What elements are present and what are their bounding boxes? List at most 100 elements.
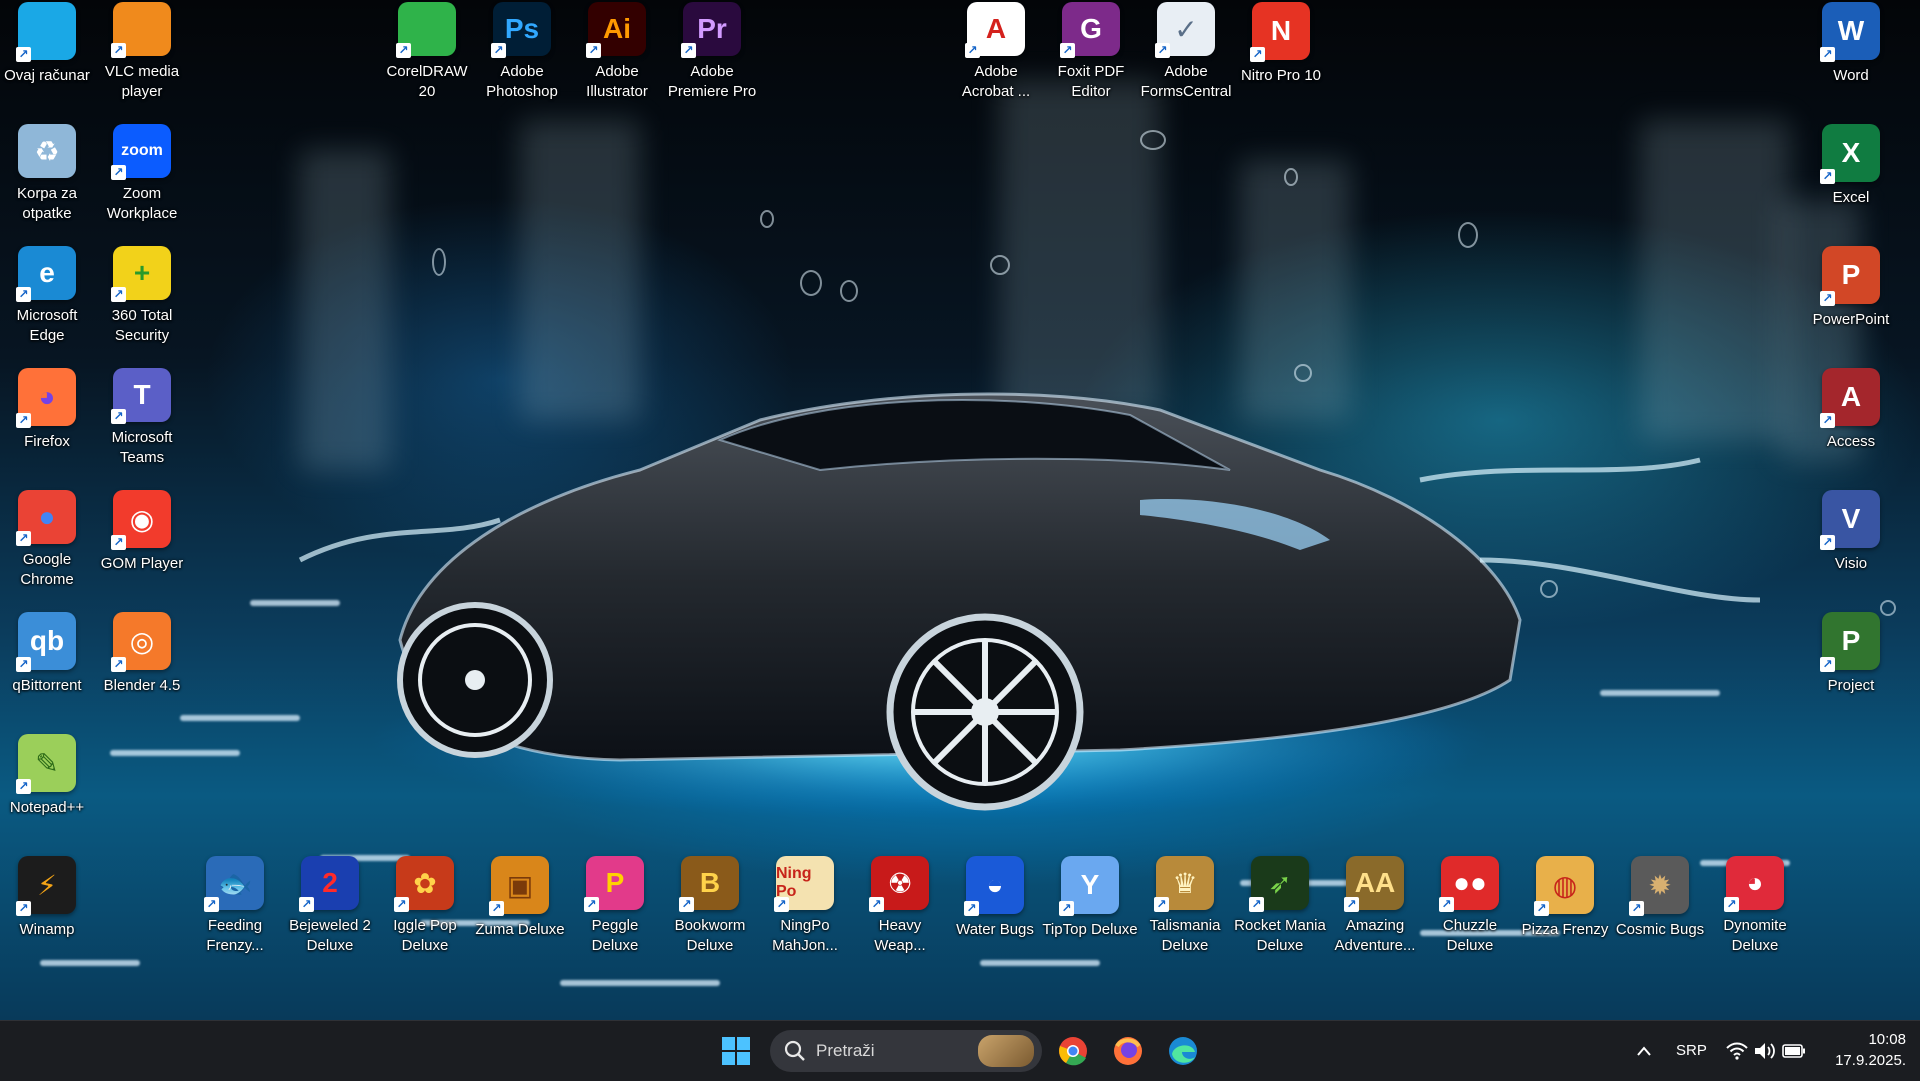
desktop-icon-firefox[interactable]: ◕ ↗ Firefox xyxy=(2,368,92,468)
icon-glyph: ➶ xyxy=(1268,867,1292,899)
desktop-icon-label: Ovaj računar xyxy=(4,67,90,84)
winamp-icon: ⚡ ↗ xyxy=(16,856,76,916)
desktop-icon-bookworm[interactable]: B ↗ Bookworm Deluxe xyxy=(665,856,755,956)
desktop-icon-winamp[interactable]: ⚡ ↗ Winamp xyxy=(2,856,92,956)
desktop-icon-nitro[interactable]: N ↗ Nitro Pro 10 xyxy=(1236,2,1326,102)
desktop-icon-dynomite[interactable]: ◕ ↗ Dynomite Deluxe xyxy=(1710,856,1800,956)
shortcut-arrow-icon: ↗ xyxy=(681,43,696,58)
shortcut-arrow-icon: ↗ xyxy=(584,897,599,912)
shortcut-arrow-icon: ↗ xyxy=(111,165,126,180)
desktop-icon-label: Google Chrome xyxy=(20,551,74,588)
desktop-icon-water-bugs[interactable]: ◒ ↗ Water Bugs xyxy=(950,856,1040,956)
desktop-icon-access[interactable]: A ↗ Access xyxy=(1806,368,1896,468)
desktop-icon-peggle[interactable]: P ↗ Peggle Deluxe xyxy=(570,856,660,956)
desktop-icon-label: Blender 4.5 xyxy=(103,677,181,694)
chuzzle-icon: ●● ↗ xyxy=(1439,856,1499,912)
shortcut-arrow-icon: ↗ xyxy=(491,43,506,58)
icon-glyph: Ai xyxy=(603,13,631,44)
start-button[interactable] xyxy=(714,1029,758,1073)
desktop-icon-teams[interactable]: T ↗ Microsoft Teams xyxy=(97,368,187,468)
shortcut-arrow-icon: ↗ xyxy=(774,897,789,912)
shortcut-arrow-icon: ↗ xyxy=(1439,897,1454,912)
desktop-icon-label: Adobe Illustrator xyxy=(586,63,648,100)
desktop-icon-coreldraw[interactable]: ↗ CorelDRAW 20 xyxy=(382,2,472,102)
battery-icon[interactable] xyxy=(1782,1044,1806,1058)
desktop-icon-feeding-frenzy[interactable]: 🐟 ↗ Feeding Frenzy... xyxy=(190,856,280,956)
tiptop-icon: Y ↗ xyxy=(1059,856,1119,916)
desktop-icon-visio[interactable]: V ↗ Visio xyxy=(1806,490,1896,590)
notepad-plus-plus-icon: ✎ ↗ xyxy=(16,734,76,794)
clock-date[interactable]: 17.9.2025. xyxy=(1835,1052,1906,1069)
taskbar-firefox[interactable] xyxy=(1106,1029,1150,1073)
shortcut-arrow-icon: ↗ xyxy=(1534,901,1549,916)
desktop-icon-pizza-frenzy[interactable]: ◍ ↗ Pizza Frenzy xyxy=(1520,856,1610,956)
show-hidden-icons-chevron-icon[interactable] xyxy=(1636,1045,1652,1057)
icon-glyph: G xyxy=(1080,13,1102,44)
desktop-icon-iggle-pop[interactable]: ✿ ↗ Iggle Pop Deluxe xyxy=(380,856,470,956)
cosmic-bugs-icon: ✹ ↗ xyxy=(1629,856,1689,916)
desktop-icon-label: Amazing Adventure... xyxy=(1334,917,1416,954)
shortcut-arrow-icon: ↗ xyxy=(679,897,694,912)
desktop-icon-360-security[interactable]: + ↗ 360 Total Security xyxy=(97,246,187,346)
desktop-icon-zuma[interactable]: ▣ ↗ Zuma Deluxe xyxy=(475,856,565,956)
desktop-icon-zoom[interactable]: zoom ↗ Zoom Workplace xyxy=(97,124,187,224)
desktop-icon-word[interactable]: W ↗ Word xyxy=(1806,2,1896,102)
shortcut-arrow-icon: ↗ xyxy=(396,43,411,58)
desktop-icon-recycle-bin[interactable]: ♻ Korpa za otpatke xyxy=(2,124,92,224)
shortcut-arrow-icon: ↗ xyxy=(1059,901,1074,916)
desktop-icon-computer[interactable]: ↗ Ovaj računar xyxy=(2,2,92,102)
desktop-icon-powerpoint[interactable]: P ↗ PowerPoint xyxy=(1806,246,1896,346)
visio-icon: V ↗ xyxy=(1820,490,1880,550)
desktop-icon-heavy-weapon[interactable]: ☢ ↗ Heavy Weap... xyxy=(855,856,945,956)
icon-glyph: ✹ xyxy=(1648,869,1672,901)
desktop-icon-amazing-adventures[interactable]: AA ↗ Amazing Adventure... xyxy=(1330,856,1420,956)
desktop-icon-formscentral[interactable]: ✓ ↗ Adobe FormsCentral xyxy=(1141,2,1231,102)
360-security-icon: + ↗ xyxy=(111,246,171,302)
desktop-icon-edge[interactable]: e ↗ Microsoft Edge xyxy=(2,246,92,346)
desktop-icon-blender[interactable]: ◎ ↗ Blender 4.5 xyxy=(97,612,187,712)
desktop-icon-cosmic-bugs[interactable]: ✹ ↗ Cosmic Bugs xyxy=(1615,856,1705,956)
desktop-icon-premiere[interactable]: Pr ↗ Adobe Premiere Pro xyxy=(667,2,757,102)
desktop-icon-label: VLC media player xyxy=(104,63,180,100)
icon-glyph: qb xyxy=(29,625,65,656)
desktop-icon-excel[interactable]: X ↗ Excel xyxy=(1806,124,1896,224)
shortcut-arrow-icon: ↗ xyxy=(1724,897,1739,912)
shortcut-arrow-icon: ↗ xyxy=(1820,413,1835,428)
shortcut-arrow-icon: ↗ xyxy=(111,43,126,58)
input-language[interactable]: SRP xyxy=(1676,1042,1707,1059)
clock-time[interactable]: 10:08 xyxy=(1868,1031,1906,1048)
desktop-icon-acrobat[interactable]: A ↗ Adobe Acrobat ... xyxy=(951,2,1041,102)
taskbar-search-box[interactable]: Pretraži xyxy=(770,1030,1042,1072)
desktop-icon-bejeweled[interactable]: 2 ↗ Bejeweled 2 Deluxe xyxy=(285,856,375,956)
desktop-icon-ningpo-mahjong[interactable]: Ning Po ↗ NingPo MahJon... xyxy=(760,856,850,956)
ningpo-mahjong-icon: Ning Po ↗ xyxy=(774,856,834,912)
desktop-icon-label: Pizza Frenzy xyxy=(1521,921,1609,938)
icon-glyph: P xyxy=(1841,625,1861,656)
search-icon xyxy=(784,1040,805,1061)
taskbar-chrome[interactable] xyxy=(1051,1029,1095,1073)
desktop-icon-label: Word xyxy=(1833,67,1869,84)
taskbar-edge[interactable] xyxy=(1161,1029,1205,1073)
pizza-frenzy-icon: ◍ ↗ xyxy=(1534,856,1594,916)
desktop-icon-chrome[interactable]: ● ↗ Google Chrome xyxy=(2,490,92,590)
feeding-frenzy-icon: 🐟 ↗ xyxy=(204,856,264,912)
icon-glyph: B xyxy=(699,867,721,898)
shortcut-arrow-icon: ↗ xyxy=(1249,897,1264,912)
desktop-icon-chuzzle[interactable]: ●● ↗ Chuzzle Deluxe xyxy=(1425,856,1515,956)
desktop-icon-foxit-pdf[interactable]: G ↗ Foxit PDF Editor xyxy=(1046,2,1136,102)
desktop-icon-qbittorrent[interactable]: qb ↗ qBittorrent xyxy=(2,612,92,712)
volume-icon[interactable] xyxy=(1754,1042,1776,1060)
desktop-icon-gom-player[interactable]: ◉ ↗ GOM Player xyxy=(97,490,187,590)
desktop-icon-rocket-mania[interactable]: ➶ ↗ Rocket Mania Deluxe xyxy=(1234,856,1326,956)
wifi-icon[interactable] xyxy=(1726,1042,1748,1060)
shortcut-arrow-icon: ↗ xyxy=(111,657,126,672)
desktop-icon-photoshop[interactable]: Ps ↗ Adobe Photoshop xyxy=(477,2,567,102)
desktop-icon-tiptop[interactable]: Y ↗ TipTop Deluxe xyxy=(1042,856,1138,956)
desktop-icon-notepad-plus-plus[interactable]: ✎ ↗ Notepad++ xyxy=(2,734,92,834)
firefox-icon: ◕ ↗ xyxy=(16,368,76,428)
desktop-icon-talismania[interactable]: ♛ ↗ Talismania Deluxe xyxy=(1140,856,1230,956)
desktop-icon-illustrator[interactable]: Ai ↗ Adobe Illustrator xyxy=(572,2,662,102)
desktop-icon-vlc-cone[interactable]: ↗ VLC media player xyxy=(97,2,187,102)
desktop-icon-project[interactable]: P ↗ Project xyxy=(1806,612,1896,712)
icon-glyph: ☢ xyxy=(887,867,913,899)
